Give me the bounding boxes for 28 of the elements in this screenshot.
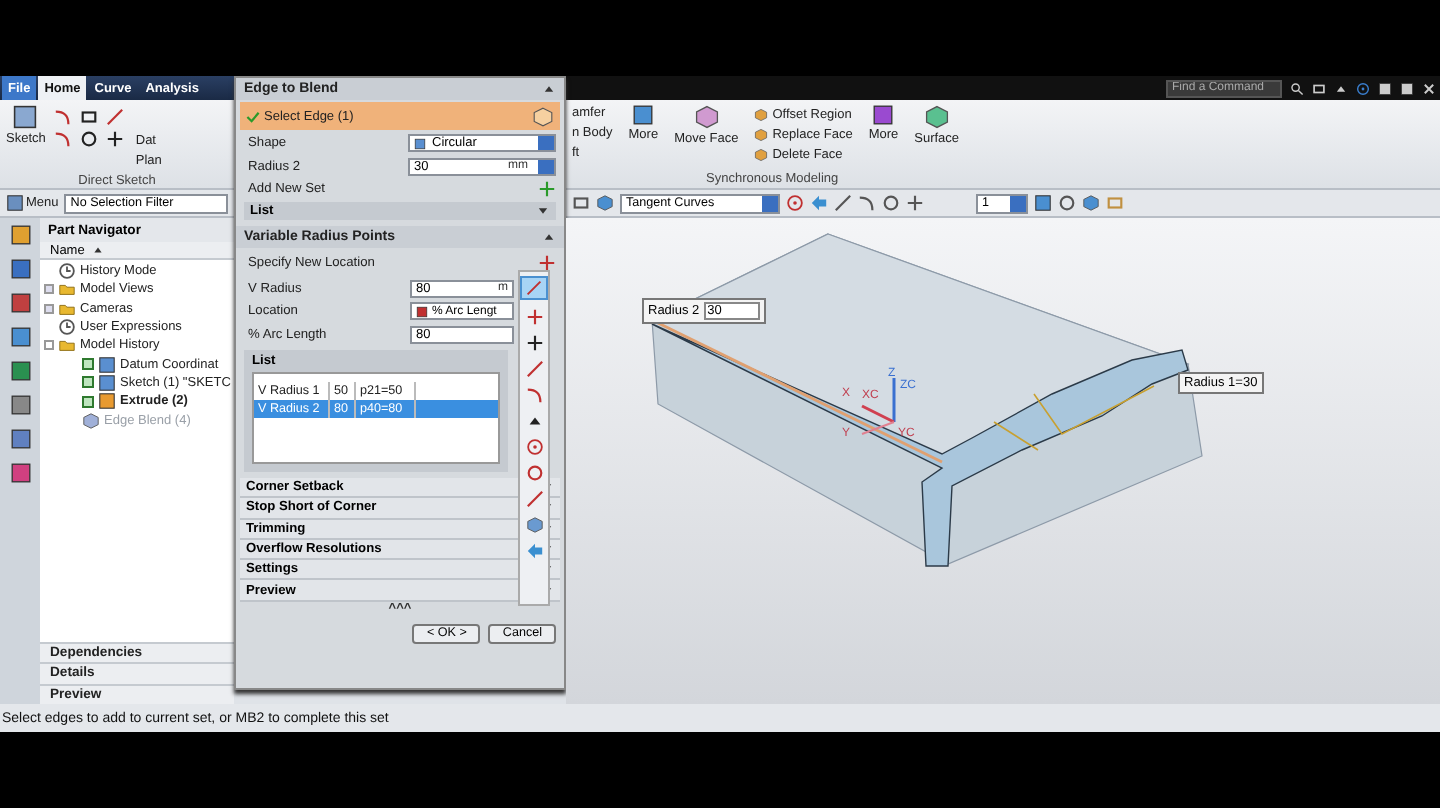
plus-icon[interactable] xyxy=(906,194,924,212)
expand-toggle-icon[interactable] xyxy=(44,284,54,295)
checkbox[interactable] xyxy=(82,376,94,389)
arrow-icon[interactable] xyxy=(810,194,828,212)
collapse-icon[interactable] xyxy=(542,82,556,96)
checkbox[interactable] xyxy=(82,358,94,371)
search-icon[interactable] xyxy=(1290,81,1304,95)
line-icon[interactable] xyxy=(105,108,124,126)
collapse-icon[interactable] xyxy=(542,229,556,243)
line-icon[interactable] xyxy=(525,490,543,508)
collapse-toggle-icon[interactable] xyxy=(44,340,54,351)
expand-icon[interactable] xyxy=(536,203,550,217)
line-icon[interactable] xyxy=(834,194,852,212)
circle-icon[interactable] xyxy=(882,194,900,212)
caret-up-icon[interactable] xyxy=(1334,81,1348,95)
check-icon[interactable] xyxy=(246,109,260,123)
clock-icon[interactable] xyxy=(58,318,76,337)
close-icon[interactable] xyxy=(1422,81,1436,95)
rectangle-icon[interactable] xyxy=(79,108,98,126)
expand-toggle-icon[interactable] xyxy=(44,303,54,314)
clock-icon[interactable] xyxy=(58,262,76,281)
plus-icon[interactable] xyxy=(525,334,543,352)
circle-icon[interactable] xyxy=(79,130,98,148)
arc-icon[interactable] xyxy=(53,130,72,148)
arc-icon[interactable] xyxy=(858,194,876,212)
checkbox[interactable] xyxy=(82,395,94,408)
arrow-icon[interactable] xyxy=(525,542,543,560)
plus-icon[interactable] xyxy=(105,130,124,148)
